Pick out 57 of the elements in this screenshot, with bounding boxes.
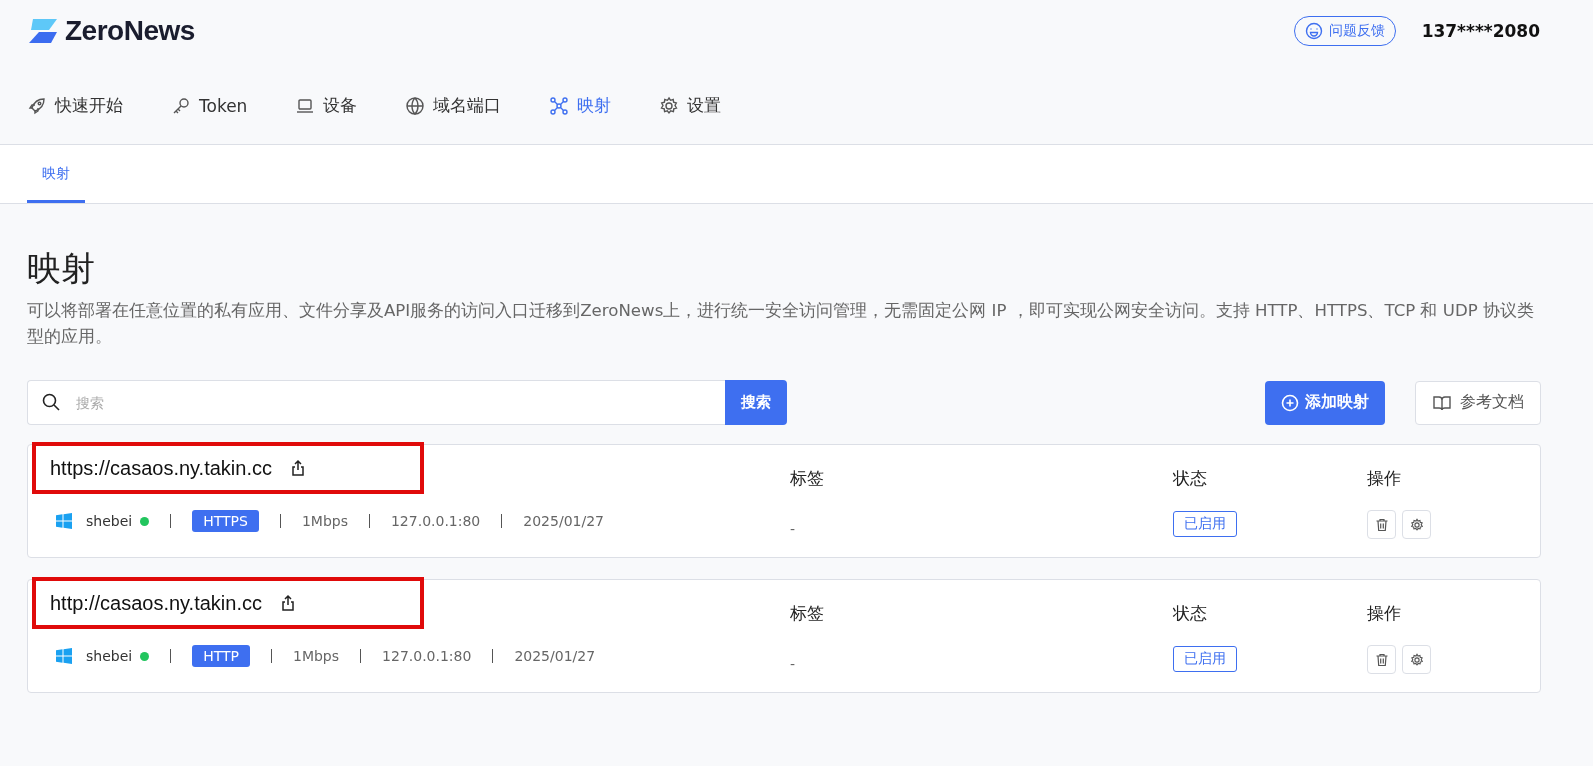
key-icon	[171, 95, 191, 116]
windows-icon	[56, 648, 72, 664]
settings-icon	[659, 95, 680, 116]
column-header: 状态	[1173, 467, 1208, 490]
settings-icon	[1409, 517, 1424, 532]
logo-text: ZeroNews	[65, 15, 195, 47]
docs-button[interactable]: 参考文档	[1415, 380, 1541, 425]
delete-button[interactable]	[1367, 645, 1396, 674]
status-badge: 已启用	[1173, 511, 1237, 537]
share-icon[interactable]	[289, 459, 306, 477]
target-address: 127.0.0.1:80	[390, 513, 481, 529]
column-header: 标签	[790, 602, 825, 625]
mapping-url: http://casaos.ny.takin.cc	[50, 591, 262, 615]
created-date: 2025/01/27	[514, 648, 596, 664]
nav-item[interactable]: 设备	[295, 94, 358, 117]
windows-icon	[56, 513, 72, 529]
smiley-icon	[1304, 22, 1323, 40]
column-header: 状态	[1173, 602, 1208, 625]
page-description: 可以将部署在任意位置的私有应用、文件分享及API服务的访问入口迁移到ZeroNews上，进行统一安全访问管理，无需固定公网 IP ，即可实现公网安全访问。支持 HTTP、HTTPS、TCP 和 UDP 协议类型的应用。	[27, 300, 1535, 348]
page-title: 映射	[27, 247, 96, 290]
column-header: 操作	[1367, 467, 1402, 490]
device-name: shebei	[86, 513, 133, 529]
book-icon	[1432, 393, 1452, 412]
mapping-url: https://casaos.ny.takin.cc	[50, 456, 272, 480]
column-header: 标签	[790, 467, 825, 490]
tags-value: -	[790, 521, 797, 537]
settings-button[interactable]	[1402, 510, 1431, 539]
column-header: 操作	[1367, 602, 1402, 625]
settings-button[interactable]	[1402, 645, 1431, 674]
network-icon	[549, 95, 570, 116]
sub-tab[interactable]: 映射	[27, 145, 85, 203]
status-badge: 已启用	[1173, 646, 1237, 672]
tags-value: -	[790, 656, 797, 672]
trash-icon	[1374, 517, 1389, 532]
nav-item[interactable]: 快速开始	[27, 94, 123, 117]
nav-item[interactable]: Token	[171, 94, 248, 117]
bandwidth: 1Mbps	[301, 513, 348, 529]
delete-button[interactable]	[1367, 510, 1396, 539]
plus-circle-icon	[1281, 393, 1299, 412]
created-date: 2025/01/27	[523, 513, 604, 529]
settings-icon	[1409, 652, 1424, 667]
nav-item[interactable]: 设置	[659, 94, 722, 117]
search-field[interactable]: 搜索	[27, 380, 725, 425]
protocol-tag: HTTPS	[192, 510, 259, 532]
rocket-icon	[27, 95, 47, 116]
share-icon[interactable]	[279, 594, 296, 612]
trash-icon	[1374, 652, 1389, 667]
globe-icon	[405, 95, 426, 116]
target-address: 127.0.0.1:80	[382, 648, 472, 664]
search-button[interactable]: 搜索	[725, 380, 787, 425]
bandwidth: 1Mbps	[293, 648, 340, 664]
nav-item[interactable]: 映射	[549, 94, 612, 117]
device-name: shebei	[86, 648, 133, 664]
nav-item[interactable]: 域名端口	[405, 94, 502, 117]
user-phone: 137****2080	[1421, 21, 1540, 41]
protocol-tag: HTTP	[192, 645, 250, 667]
add-mapping-button[interactable]: 添加映射	[1265, 380, 1385, 425]
